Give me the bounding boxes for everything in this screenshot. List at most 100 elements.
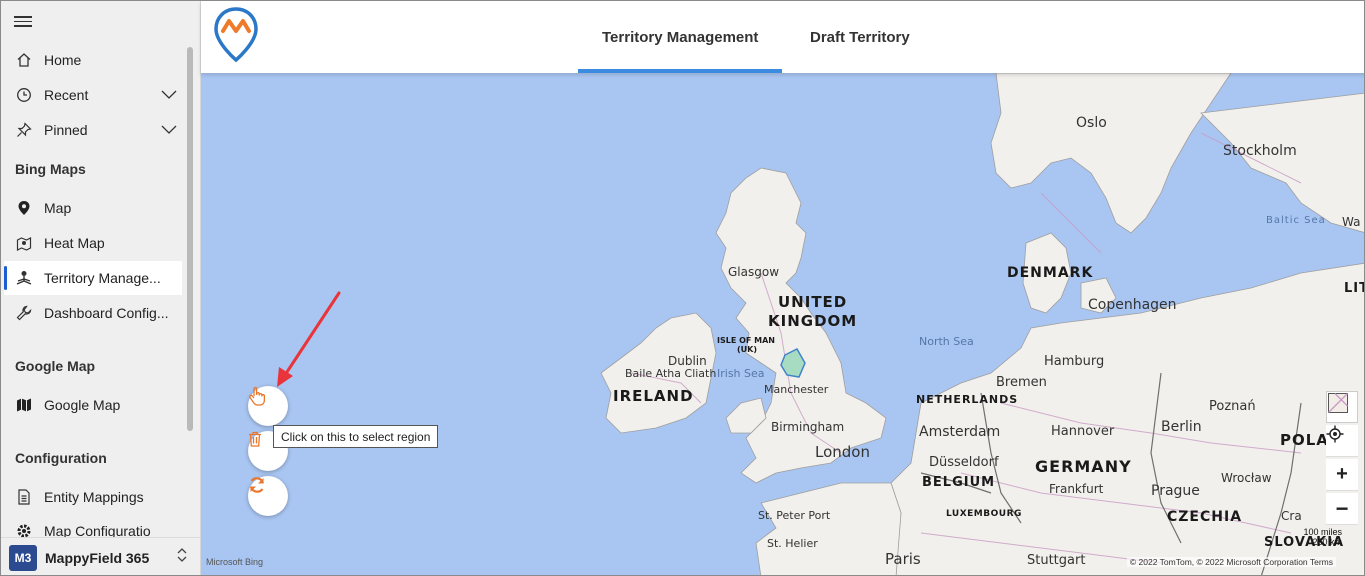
sidebar-item-label: Google Map [44,397,121,413]
map-label: Baile Atha Cliath [625,367,717,380]
map-label: CZECHIA [1167,509,1243,525]
sidebar-item-label: Map Configuratio [44,523,151,537]
map-label: Irish Sea [717,367,765,380]
red-arrow-annotation [277,291,341,387]
scale-miles: 100 miles [1303,527,1342,537]
app-badge: M3 [9,544,37,571]
map-label: Bremen [996,375,1047,390]
map-canvas[interactable]: Oslo Stockholm Baltic Sea DENMARK Copenh… [201,73,1364,575]
trash-icon [249,431,261,447]
sidebar-item-map-configuration[interactable]: Map Configuratio [4,515,182,537]
header: Territory Management Draft Territory [201,1,1364,73]
tab-territory-management[interactable]: Territory Management [577,1,783,73]
map-label: KINGDOM [768,312,858,330]
sidebar-item-label: Home [44,52,82,68]
sidebar-item-label: Entity Mappings [44,489,144,505]
microsoft-bing-attribution: Microsoft Bing [206,557,264,567]
map-label: Manchester [764,383,829,396]
mappyfield-logo [214,7,258,63]
map-label: Hannover [1051,424,1115,439]
map-label: LUXEMBOURG [946,509,1022,519]
map-label: St. Helier [767,537,818,550]
locate-me-button[interactable] [1326,425,1358,457]
section-heading: Configuration [15,450,107,466]
map-label: Amsterdam [919,424,1001,440]
sidebar-item-heat-map[interactable]: Heat Map [4,226,182,260]
map-label: UNITED [778,293,848,311]
map-label: Oslo [1076,115,1107,131]
map-label: NETHERLANDS [916,393,1019,406]
map-label: Paris [885,550,921,568]
map-style-icon [1328,393,1348,413]
sidebar-scrollbar[interactable] [187,47,193,431]
sidebar-item-label: Heat Map [44,235,105,251]
clock-icon [4,87,44,103]
select-region-tooltip: Click on this to select region [273,425,439,448]
map-label: Birmingham [771,420,845,434]
hand-pointer-icon [249,387,266,406]
map-label: DENMARK [1007,265,1094,281]
map-label: Wrocław [1221,471,1272,485]
map-label: Glasgow [728,265,780,279]
sidebar-item-map[interactable]: Map [4,191,182,225]
gear-icon [4,523,44,537]
zoom-out-button[interactable]: − [1326,493,1358,525]
map-label: North Sea [919,335,974,348]
sidebar-item-pinned[interactable]: Pinned [4,113,182,147]
sidebar-item-dashboard-config[interactable]: Dashboard Config... [4,296,182,330]
sidebar-item-google-map[interactable]: Google Map [4,388,182,422]
map-label: Copenhagen [1088,297,1177,313]
section-heading: Google Map [15,358,96,374]
map-style-button[interactable] [1326,391,1358,423]
plus-icon: + [1336,463,1348,485]
locate-icon [1326,425,1344,443]
map-label: IRELAND [613,387,694,405]
sidebar: Home Recent Pinned Bing Maps Map Heat Ma… [1,1,201,575]
map-label: Stockholm [1223,143,1297,159]
map-label: BELGIUM [922,475,996,490]
sidebar-item-label: Recent [44,87,89,103]
document-icon [4,489,44,505]
map-copyright[interactable]: © 2022 TomTom, © 2022 Microsoft Corporat… [1126,557,1336,567]
map-label: Cra [1281,509,1302,523]
map-label: London [815,443,870,461]
heat-map-icon [4,235,44,251]
app-name: MappyField 365 [45,549,150,566]
map-pin-icon [4,200,44,216]
chevron-down-icon[interactable] [156,125,182,135]
sidebar-item-territory-management[interactable]: Territory Manage... [4,261,182,295]
zoom-in-button[interactable]: + [1326,459,1358,491]
sidebar-item-label: Pinned [44,122,88,138]
map-label: Prague [1151,483,1200,499]
map-label: GERMANY [1035,457,1132,476]
home-icon [4,52,44,68]
sidebar-item-label: Map [44,200,72,216]
territory-icon [4,270,44,286]
tab-draft-territory[interactable]: Draft Territory [810,1,910,73]
refresh-button[interactable] [248,476,288,516]
scale-km: 250 km [1312,537,1342,547]
map-label: Poznań [1209,399,1256,414]
wrench-icon [4,305,44,321]
sidebar-item-entity-mappings[interactable]: Entity Mappings [4,480,182,514]
minus-icon: − [1335,495,1349,521]
sidebar-item-recent[interactable]: Recent [4,78,182,112]
map-label: Berlin [1161,419,1202,435]
map-scale: 100 miles 250 km [1303,527,1342,547]
hamburger-menu-icon[interactable] [14,13,32,29]
map-label: Stuttgart [1027,553,1086,568]
map-label: Frankfurt [1049,482,1104,496]
app-switcher[interactable]: M3 MappyField 365 [1,537,200,575]
map-label: Dublin [668,354,707,368]
chevron-down-icon[interactable] [156,90,182,100]
map-label: (UK) [737,345,758,354]
app-window: Home Recent Pinned Bing Maps Map Heat Ma… [0,0,1365,576]
map-fold-icon [4,397,44,413]
section-heading: Bing Maps [15,161,86,177]
sidebar-item-home[interactable]: Home [4,43,182,77]
sidebar-item-label: Dashboard Config... [44,305,169,321]
select-region-button[interactable] [248,386,288,426]
map-label: LIT [1344,281,1364,296]
map-label: ISLE OF MAN [717,336,775,345]
sidebar-item-label: Territory Manage... [44,270,161,286]
